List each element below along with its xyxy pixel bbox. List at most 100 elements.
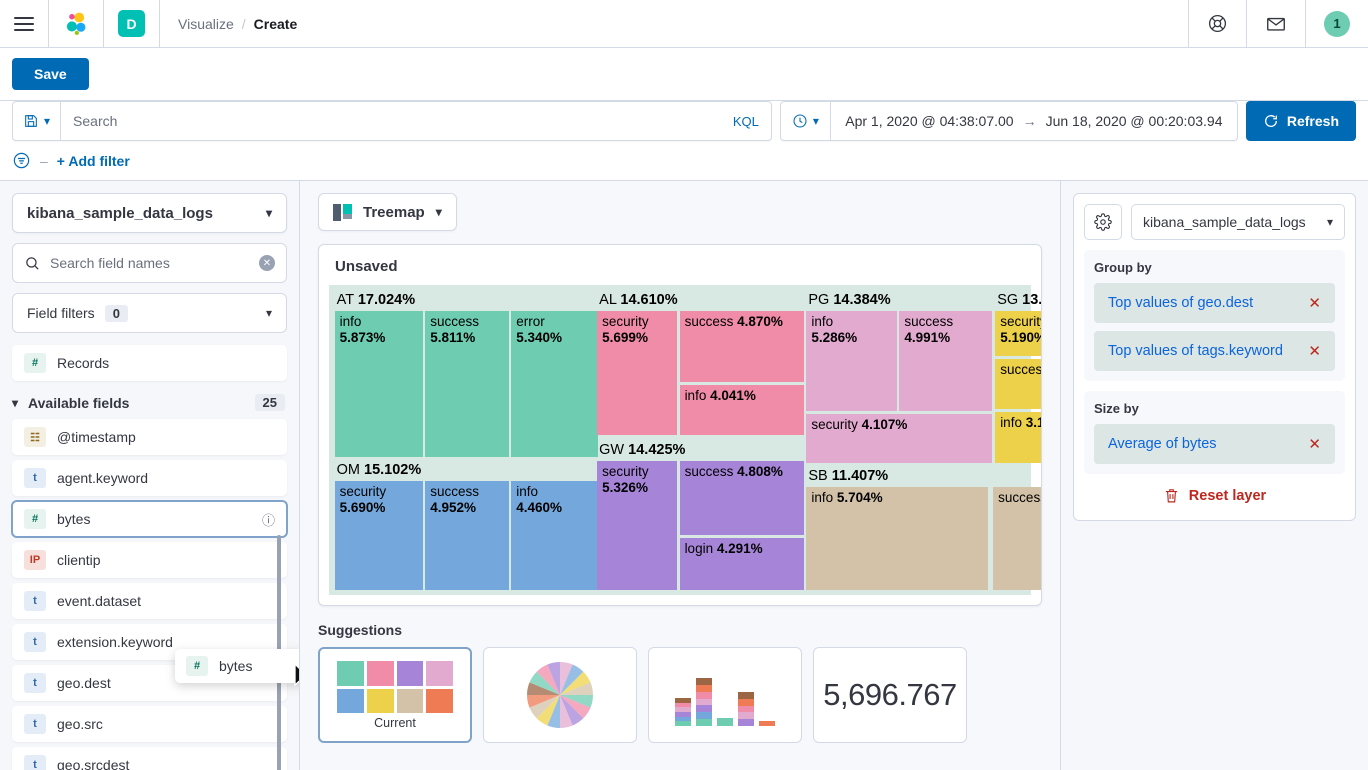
search-input[interactable] <box>61 113 721 129</box>
treemap-group-OM[interactable]: OM 15.102% security 5.690% success 4.952% inf… <box>334 460 598 591</box>
field-label: event.dataset <box>57 593 142 609</box>
treemap-group-SG[interactable]: SG 13.048% security5.190%success 4.686%in… <box>995 290 1042 464</box>
space-avatar[interactable]: D <box>104 0 160 47</box>
field-item-clientip[interactable]: IP clientip <box>12 542 287 578</box>
treemap-group-PG[interactable]: PG 14.384% info 5.286% success 4.991% securit… <box>806 290 993 464</box>
field-item-geo-srcdest[interactable]: t geo.srcdest <box>12 747 287 770</box>
treemap-cell-SG-success[interactable]: success 4.686% <box>995 358 1041 410</box>
field-type-icon: # <box>24 509 46 529</box>
chart-panel: Unsaved AT 17.024% info 5.873% success 5.811… <box>318 244 1042 606</box>
field-label: extension.keyword <box>57 634 173 650</box>
metric-suggestion[interactable]: 5,696.767 <box>813 647 967 743</box>
field-item--timestamp[interactable]: ☷ @timestamp <box>12 419 287 455</box>
treemap-cell-GW-login[interactable]: login 4.291% <box>679 537 805 591</box>
treemap-cell-AL-info[interactable]: info 4.041% <box>679 384 805 436</box>
field-type-icon: # <box>186 656 208 676</box>
news-button[interactable] <box>1246 0 1305 47</box>
field-item-geo-src[interactable]: t geo.src <box>12 706 287 742</box>
breadcrumb-separator: / <box>241 15 246 32</box>
nav-menu-button[interactable] <box>0 0 49 47</box>
treemap-group-AL[interactable]: AL 14.610% security 5.699% success 4.870% in… <box>597 290 805 436</box>
search-field-input[interactable] <box>50 255 250 271</box>
stacked-bar-suggestion[interactable] <box>648 647 802 743</box>
treemap-cell-OM-security[interactable]: security 5.690% <box>334 481 424 591</box>
chart-type-select[interactable]: Treemap ▾ <box>318 193 457 231</box>
field-filters-count: 0 <box>104 304 128 322</box>
saved-query-button[interactable]: ▾ <box>13 102 62 140</box>
treemap-group-AT[interactable]: AT 17.024% info 5.873% success 5.811% error 5.… <box>334 290 598 458</box>
datasource-select[interactable]: kibana_sample_data_logs ▾ <box>12 193 287 233</box>
date-range-display[interactable]: Apr 1, 2020 @ 04:38:07.00 → Jun 18, 2020… <box>831 102 1237 140</box>
treemap-cell-SB-success[interactable]: success 5.704% <box>993 487 1041 591</box>
group-by-dimension-0[interactable]: Top values of geo.dest ✕ <box>1094 283 1335 323</box>
treemap-cell-AT-success[interactable]: success 5.811% <box>425 310 510 458</box>
treemap-cell-SG-info[interactable]: info 3.172% <box>995 412 1041 464</box>
field-type-icon: t <box>24 632 46 652</box>
query-language-button[interactable]: KQL <box>721 114 771 129</box>
remove-dimension-button[interactable]: ✕ <box>1308 435 1321 453</box>
dimension-label: Top values of geo.dest <box>1108 295 1254 311</box>
elastic-logo[interactable] <box>49 0 104 47</box>
field-item-records[interactable]: # Records <box>12 345 287 381</box>
treemap-group-label: SG 13.048% <box>997 291 1042 308</box>
chevron-down-icon: ▾ <box>1326 215 1333 229</box>
refresh-button[interactable]: Refresh <box>1245 101 1356 141</box>
avatar: 1 <box>1324 10 1350 37</box>
treemap-suggestion[interactable]: Current <box>318 647 472 743</box>
treemap-cell-OM-success[interactable]: success 4.952% <box>425 481 510 591</box>
date-quick-select-button[interactable]: ▾ <box>781 102 831 140</box>
date-start[interactable]: Apr 1, 2020 @ 04:38:07.00 <box>845 113 1013 129</box>
page-title: Unsaved <box>335 258 398 275</box>
treemap-cell-SB-info[interactable]: info 5.704% <box>806 487 988 591</box>
date-end[interactable]: Jun 18, 2020 @ 00:20:03.94 <box>1046 113 1223 129</box>
field-item-event-dataset[interactable]: t event.dataset <box>12 583 287 619</box>
remove-dimension-button[interactable]: ✕ <box>1308 294 1321 312</box>
treemap-cell-GW-success[interactable]: success 4.808% <box>679 461 805 535</box>
treemap-cell-SG-security[interactable]: security5.190% <box>995 310 1041 356</box>
treemap-cell-AT-error[interactable]: error 5.340% <box>511 310 598 458</box>
field-item-bytes[interactable]: # bytes ⓘ <box>12 501 287 537</box>
treemap-cell-PG-security[interactable]: security 4.107% <box>806 414 993 464</box>
hamburger-menu-icon[interactable] <box>14 16 34 31</box>
user-avatar-button[interactable]: 1 <box>1305 0 1368 47</box>
chevron-down-icon: ▾ <box>12 395 19 410</box>
size-by-section: Size by Average of bytes ✕ <box>1084 391 1345 474</box>
treemap-group-SB[interactable]: SB 11.407% info 5.704%success 5.704% <box>806 466 1041 591</box>
treemap-cell-AL-success[interactable]: success 4.870% <box>679 310 805 382</box>
save-button[interactable]: Save <box>12 58 89 90</box>
refresh-icon <box>1264 115 1277 127</box>
treemap-cell-PG-info[interactable]: info 5.286% <box>806 310 897 412</box>
field-label: @timestamp <box>57 429 136 445</box>
field-panel: kibana_sample_data_logs ▾ ✕ Field filter… <box>0 181 300 770</box>
group-by-dimension-1[interactable]: Top values of tags.keyword ✕ <box>1094 331 1335 371</box>
header-actions: 1 <box>1188 0 1368 47</box>
group-by-section: Group by Top values of geo.dest ✕ Top valu… <box>1084 250 1345 381</box>
clear-search-icon[interactable]: ✕ <box>259 255 275 271</box>
treemap-group-GW[interactable]: GW 14.425% security 5.326% success 4.808% lo… <box>597 440 805 591</box>
reset-layer-button[interactable]: Reset layer <box>1084 474 1345 510</box>
layer-panel: kibana_sample_data_logs ▾ Group by Top v… <box>1073 193 1356 521</box>
available-fields-header[interactable]: ▾ Available fields 25 <box>12 386 287 419</box>
trash-icon <box>1165 489 1177 503</box>
layer-datasource-select[interactable]: kibana_sample_data_logs ▾ <box>1131 204 1345 240</box>
field-item-agent-keyword[interactable]: t agent.keyword <box>12 460 287 496</box>
field-filters-button[interactable]: Field filters 0 ▾ <box>12 293 287 333</box>
field-info-icon[interactable]: ⓘ <box>262 510 275 529</box>
filter-icon[interactable] <box>12 151 31 170</box>
remove-dimension-button[interactable]: ✕ <box>1308 342 1321 360</box>
help-button[interactable] <box>1188 0 1246 47</box>
sunburst-thumb <box>527 662 593 728</box>
treemap-cell-AL-security[interactable]: security 5.699% <box>597 310 677 436</box>
treemap-cell-AT-info[interactable]: info 5.873% <box>334 310 424 458</box>
treemap-cell-GW-security[interactable]: security 5.326% <box>597 461 677 591</box>
add-filter-button[interactable]: + Add filter <box>57 153 130 169</box>
chevron-down-icon: ▾ <box>435 205 442 219</box>
treemap-chart[interactable]: AT 17.024% info 5.873% success 5.811% error 5.… <box>329 285 1041 595</box>
size-by-dimension-0[interactable]: Average of bytes ✕ <box>1094 424 1335 464</box>
treemap-cell-OM-info[interactable]: info 4.460% <box>511 481 598 591</box>
chevron-down-icon: ▾ <box>812 114 819 128</box>
sunburst-suggestion[interactable] <box>483 647 637 743</box>
breadcrumb-visualize[interactable]: Visualize <box>178 16 234 32</box>
treemap-cell-PG-success[interactable]: success 4.991% <box>899 310 993 412</box>
layer-settings-button[interactable] <box>1084 204 1122 240</box>
